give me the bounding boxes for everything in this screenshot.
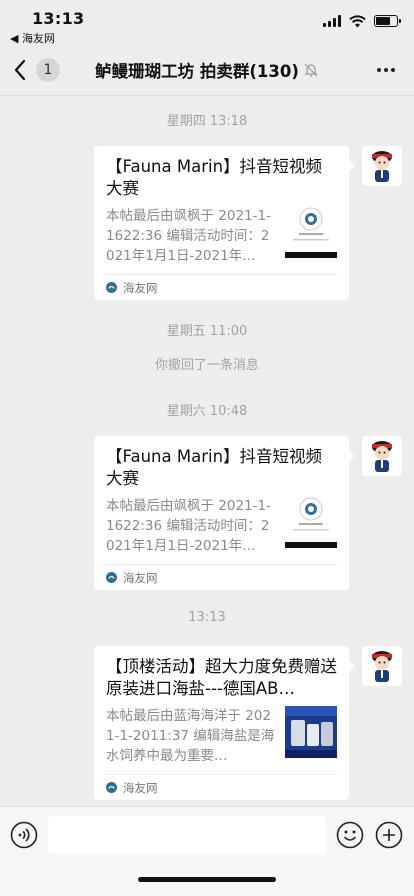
avatar[interactable] [362, 146, 402, 186]
avatar[interactable] [362, 646, 402, 686]
link-card-description: 本帖最后由飒枫于 2021-1-1622:36 编辑活动时间：2021年1月1日… [106, 498, 271, 554]
timestamp-label: 13:13 [188, 610, 226, 625]
emoji-icon[interactable] [336, 821, 364, 849]
status-bar: 13:13 ◀ 海友网 [0, 0, 414, 45]
battery-icon [374, 15, 401, 27]
home-indicator[interactable] [138, 877, 276, 882]
link-card-title: 【Fauna Marin】抖音短视频大赛 [106, 157, 323, 198]
source-name: 海友网 [123, 570, 158, 585]
message-input[interactable] [48, 816, 326, 854]
link-card-title: 【顶楼活动】超大力度免费赠送原装进口海盐---德国AB… [106, 657, 337, 698]
recalled-message-notice: 你撤回了一条消息 [154, 358, 259, 373]
product-thumbnail [285, 706, 337, 758]
timestamp-label: 星期四 13:18 [166, 114, 248, 129]
timestamp-label: 星期五 11:00 [166, 324, 248, 339]
message-input-bar [0, 806, 414, 896]
chat-title-group: 鲈鳗珊瑚工坊 拍卖群(130) [0, 58, 414, 82]
status-indicators [323, 14, 401, 28]
chat-title: 鲈鳗珊瑚工坊 拍卖群(130) [95, 62, 299, 81]
link-card-description: 本帖最后由飒枫于 2021-1-1622:36 编辑活动时间：2021年1月1日… [106, 208, 271, 264]
plus-icon[interactable] [375, 821, 403, 849]
source-logo-icon [106, 572, 117, 583]
source-logo-icon [106, 282, 117, 293]
link-card-message[interactable]: 【Fauna Marin】抖音短视频大赛 本帖最后由飒枫于 2021-1-162… [94, 436, 355, 590]
source-name: 海友网 [123, 280, 158, 295]
wifi-icon [349, 14, 366, 27]
link-card-message[interactable]: 【Fauna Marin】抖音短视频大赛 本帖最后由飒枫于 2021-1-162… [94, 146, 355, 300]
more-options-button[interactable] [372, 58, 400, 82]
chat-message-list[interactable]: 星期四 13:18 【Fauna Marin】抖音短视频大赛 本帖最后由飒枫于 … [0, 96, 414, 806]
link-card-message[interactable]: 【顶楼活动】超大力度免费赠送原装进口海盐---德国AB… 本帖最后由蓝海海洋于 … [94, 646, 355, 800]
timestamp-label: 星期六 10:48 [166, 404, 248, 419]
avatar[interactable] [362, 436, 402, 476]
qr-code-thumbnail [285, 206, 337, 258]
voice-input-icon[interactable] [10, 821, 38, 849]
qr-code-thumbnail [285, 496, 337, 548]
chat-header: 1 鲈鳗珊瑚工坊 拍卖群(130) [0, 44, 414, 96]
source-logo-icon [106, 782, 117, 793]
mute-notifications-icon [304, 63, 318, 77]
source-name: 海友网 [123, 780, 158, 795]
link-card-description: 本帖最后由蓝海海洋于 2021-1-2011:37 编辑海盐是海水饲养中最为重要… [106, 708, 275, 764]
cellular-signal-icon [323, 15, 341, 27]
link-card-title: 【Fauna Marin】抖音短视频大赛 [106, 447, 323, 488]
status-time: 13:13 [32, 9, 85, 28]
